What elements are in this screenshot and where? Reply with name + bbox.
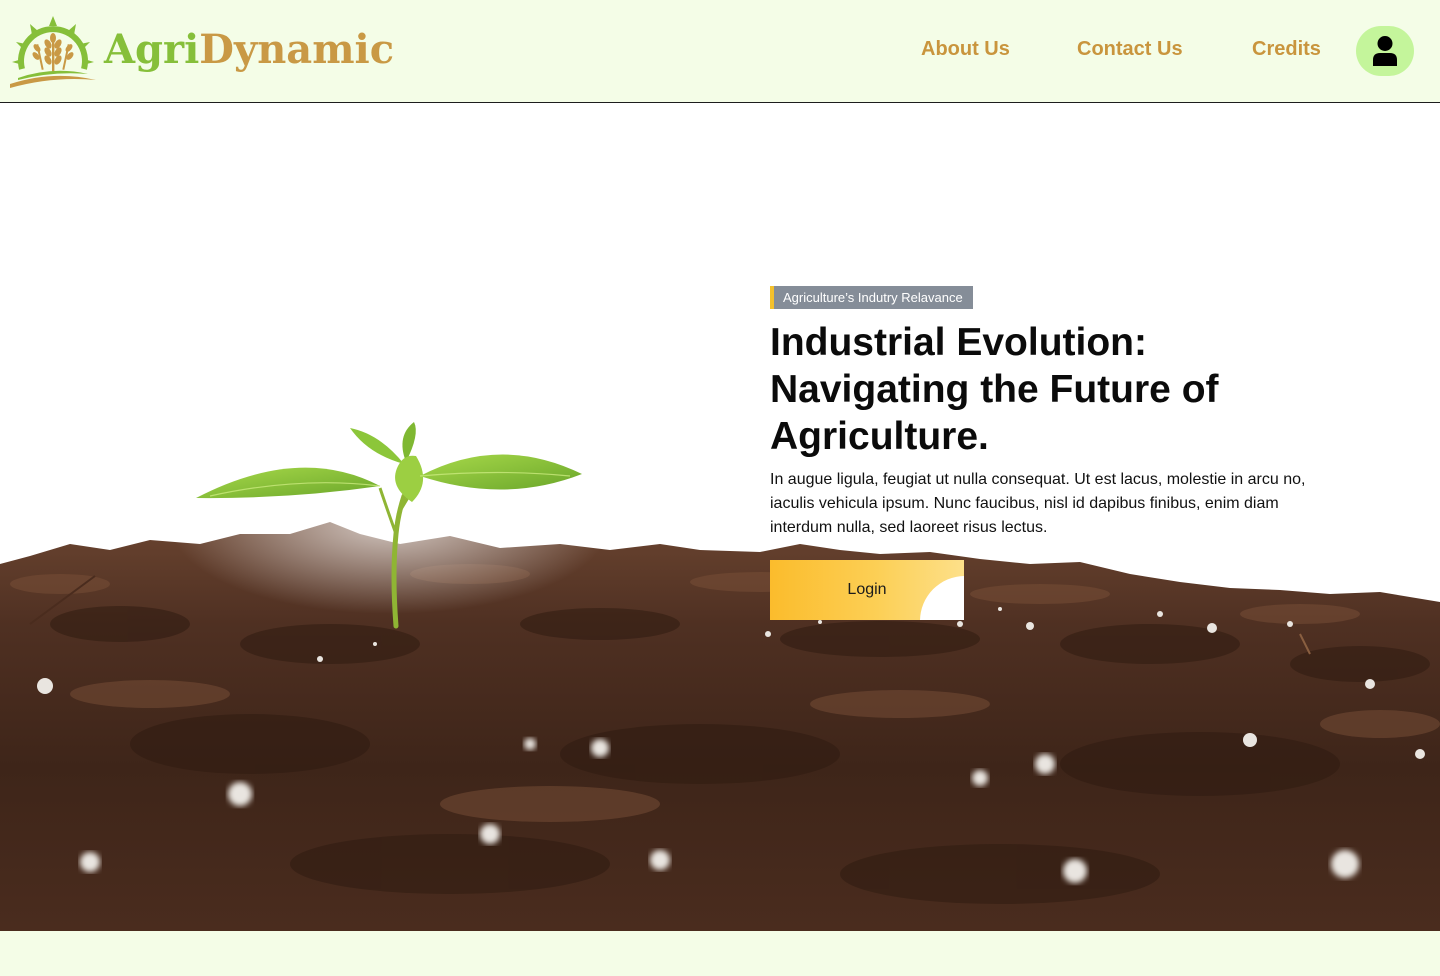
footer-strip	[0, 931, 1440, 976]
brand-wordmark: AgriDynamic	[104, 26, 394, 73]
brand-name-part2: Dynamic	[199, 25, 395, 73]
nav-about-us[interactable]: About Us	[921, 38, 1010, 61]
site-header: AgriDynamic About Us Contact Us Credits	[0, 0, 1440, 103]
nav-credits[interactable]: Credits	[1252, 38, 1321, 61]
login-button-label: Login	[847, 581, 887, 598]
hero-section: Agriculture’s Indutry Relavance Industri…	[0, 104, 1440, 931]
category-badge: Agriculture’s Indutry Relavance	[770, 286, 973, 309]
button-corner-decoration	[920, 576, 964, 620]
brand-name-part1: Agri	[104, 25, 200, 73]
login-button[interactable]: Login	[770, 560, 964, 620]
user-icon	[1373, 36, 1397, 66]
hero-content: Agriculture’s Indutry Relavance Industri…	[770, 286, 1330, 620]
hero-headline: Industrial Evolution: Navigating the Fut…	[770, 321, 1219, 458]
hero-description: In augue ligula, feugiat ut nulla conseq…	[770, 471, 1306, 536]
nav-contact-us[interactable]: Contact Us	[1077, 38, 1183, 61]
brand-logo[interactable]: AgriDynamic	[8, 14, 394, 92]
wheat-sun-logo-icon	[10, 16, 96, 88]
account-button[interactable]	[1356, 26, 1414, 76]
